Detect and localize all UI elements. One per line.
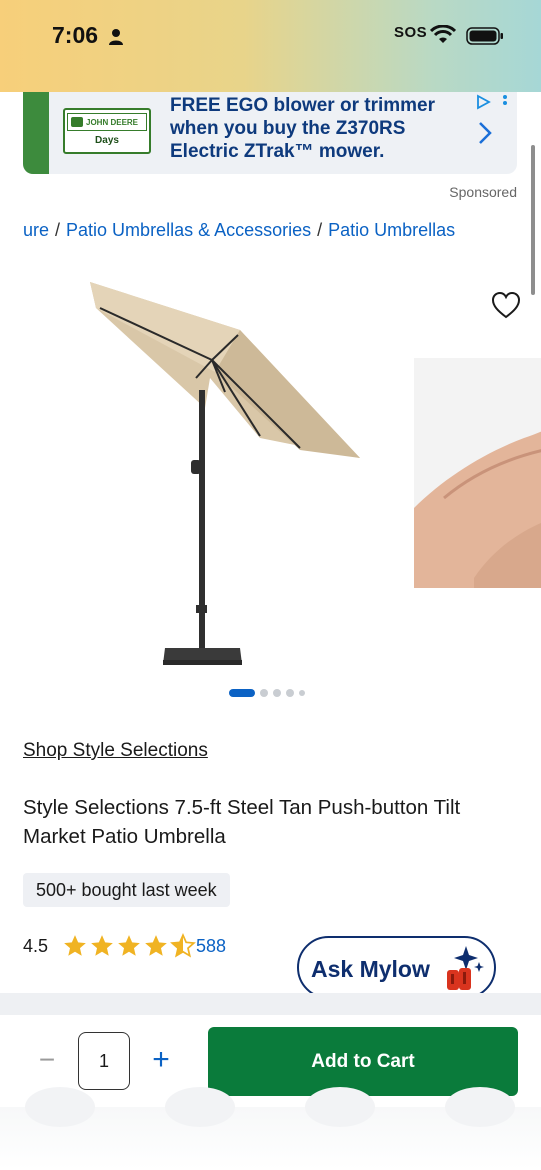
- add-to-cart-button[interactable]: Add to Cart: [208, 1027, 518, 1096]
- nav-placeholder: [25, 1087, 95, 1127]
- ad-accent-bar: [23, 92, 49, 174]
- scrollbar-thumb[interactable]: [531, 145, 535, 295]
- adchoices-icon[interactable]: [475, 94, 491, 110]
- breadcrumb-item-patio-umbrellas[interactable]: Patio Umbrellas: [328, 220, 455, 240]
- ad-line-2: when you buy the Z370RS: [170, 118, 406, 139]
- review-count-link[interactable]: 588: [196, 936, 226, 957]
- nav-placeholder: [305, 1087, 375, 1127]
- status-time: 7:06: [52, 22, 99, 48]
- section-divider: [0, 993, 541, 1015]
- gallery-dot[interactable]: [286, 689, 294, 697]
- quantity-increase-button[interactable]: +: [148, 1043, 174, 1077]
- gallery-dot[interactable]: [273, 689, 281, 697]
- ask-mylow-button[interactable]: Ask Mylow: [297, 936, 496, 999]
- next-product-image[interactable]: [414, 358, 541, 588]
- shop-brand-link[interactable]: Shop Style Selections: [23, 740, 208, 762]
- hands-image: [414, 431, 541, 588]
- star-icon: [118, 935, 140, 956]
- product-image-gallery[interactable]: [0, 260, 541, 680]
- nav-placeholder: [445, 1087, 515, 1127]
- mylow-sparkle-icon: [447, 946, 484, 990]
- rating-value: 4.5: [23, 936, 49, 956]
- wifi-icon: [430, 25, 456, 43]
- sos-label: SOS: [394, 24, 428, 41]
- logo-days-text: Days: [95, 135, 119, 146]
- breadcrumb-separator: /: [55, 220, 61, 240]
- star-rating[interactable]: [62, 933, 196, 959]
- umbrella-product-image[interactable]: [0, 260, 400, 680]
- gallery-pagination: [229, 689, 305, 697]
- favorite-heart-icon[interactable]: [490, 290, 522, 320]
- star-icon: [145, 935, 167, 956]
- quantity-decrease-button[interactable]: −: [34, 1044, 60, 1075]
- sponsored-ad-banner[interactable]: JOHN DEERE Days FREE EGO blower or trimm…: [23, 92, 517, 174]
- deer-icon: [71, 117, 83, 127]
- breadcrumb: ure / Patio Umbrellas & Accessories / Patio …: [23, 220, 455, 241]
- ad-line-1: FREE EGO blower or trimmer: [170, 95, 435, 116]
- bought-last-week-badge: 500+ bought last week: [23, 873, 230, 907]
- gallery-dot[interactable]: [299, 690, 305, 696]
- gallery-dot-active[interactable]: [229, 689, 255, 697]
- half-star-icon: [170, 933, 196, 958]
- nav-placeholder: [165, 1087, 235, 1127]
- breadcrumb-item-parent[interactable]: ure: [23, 220, 49, 240]
- ad-copy: FREE EGO blower or trimmer when you buy …: [170, 94, 435, 163]
- ask-mylow-label: Ask Mylow: [311, 956, 430, 982]
- quantity-input[interactable]: 1: [78, 1032, 130, 1090]
- breadcrumb-item-patio-umbrellas-accessories[interactable]: Patio Umbrellas & Accessories: [66, 220, 311, 240]
- logo-brand-text: JOHN DEERE: [86, 117, 139, 127]
- john-deere-days-logo: JOHN DEERE Days: [63, 108, 151, 154]
- star-icon: [64, 935, 86, 956]
- sponsored-label: Sponsored: [449, 184, 517, 200]
- star-icon: [91, 935, 113, 956]
- person-icon: [109, 29, 123, 45]
- ad-line-3: Electric ZTrak™ mower.: [170, 141, 385, 162]
- gallery-dot[interactable]: [260, 689, 268, 697]
- chevron-right-icon[interactable]: [475, 120, 495, 146]
- more-options-icon[interactable]: [501, 94, 509, 112]
- bottom-navigation-fade: [0, 1087, 541, 1170]
- product-title: Style Selections 7.5-ft Steel Tan Push-b…: [23, 796, 461, 848]
- status-bar: 7:06 SOS: [0, 0, 541, 92]
- breadcrumb-separator: /: [317, 220, 323, 240]
- battery-icon: [466, 27, 503, 45]
